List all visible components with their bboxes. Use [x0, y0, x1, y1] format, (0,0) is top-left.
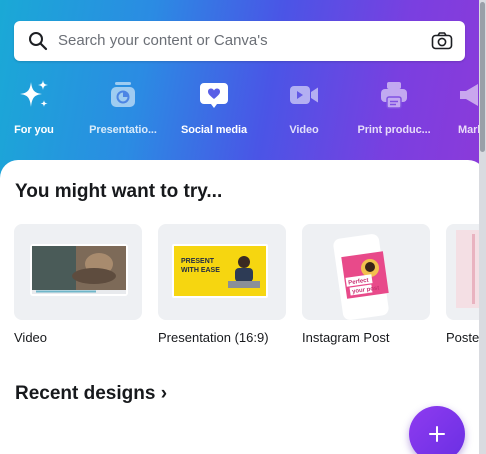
category-strip: For you Presentatio... Social media Vide…	[0, 78, 486, 148]
camera-icon[interactable]	[431, 31, 453, 51]
category-print-products[interactable]: Print produc...	[349, 78, 439, 136]
category-social-media[interactable]: Social media	[169, 78, 259, 136]
category-label: Print produc...	[357, 124, 431, 136]
instagram-thumbnail: Perfect your post	[333, 234, 389, 320]
suggestion-card-instagram[interactable]: Perfect your post	[302, 224, 430, 320]
video-camera-icon	[290, 86, 318, 104]
category-presentations[interactable]: Presentatio...	[78, 78, 168, 136]
heart-chat-icon	[200, 83, 228, 108]
suggestion-label: Presentation (16:9)	[158, 330, 269, 345]
suggestion-label: Instagram Post	[302, 330, 390, 345]
suggestion-label: Poste	[446, 330, 480, 345]
category-label: Video	[289, 124, 319, 136]
category-video[interactable]: Video	[259, 78, 349, 136]
create-design-button[interactable]	[409, 406, 465, 454]
category-label: Presentatio...	[89, 124, 157, 136]
category-label: Social media	[180, 124, 248, 136]
category-label: For you	[14, 124, 54, 136]
category-for-you[interactable]: For you	[0, 78, 79, 136]
suggestions-title: You might want to try...	[15, 181, 223, 202]
search-bar[interactable]: Search your content or Canva's	[14, 21, 465, 61]
sparkle-icon	[20, 80, 48, 107]
suggestion-label: Video	[14, 330, 48, 345]
svg-text:PRESENT: PRESENT	[181, 258, 215, 265]
svg-text:WITH EASE: WITH EASE	[181, 267, 220, 274]
search-input[interactable]: Search your content or Canva's	[58, 32, 268, 49]
plus-icon	[429, 426, 445, 442]
video-thumbnail	[30, 244, 128, 296]
suggestion-card-presentation[interactable]: PRESENT WITH EASE	[158, 224, 286, 320]
search-icon[interactable]	[28, 31, 48, 51]
printer-icon	[381, 82, 407, 109]
recent-designs-link[interactable]: Recent designs ›	[15, 383, 167, 405]
suggestion-card-video[interactable]	[14, 224, 142, 320]
presentation-thumbnail: PRESENT WITH EASE	[172, 244, 268, 298]
presentation-icon	[111, 82, 135, 107]
scrollbar-thumb[interactable]	[480, 2, 485, 152]
